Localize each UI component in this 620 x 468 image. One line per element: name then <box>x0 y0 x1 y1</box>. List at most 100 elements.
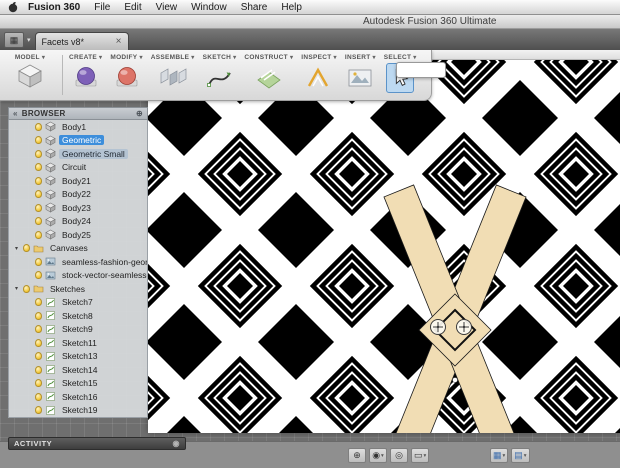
menu-item-file[interactable]: File <box>94 2 110 13</box>
visibility-bulb-icon[interactable] <box>35 176 42 185</box>
menu-item-help[interactable]: Help <box>281 2 302 13</box>
visibility-bulb-icon[interactable] <box>23 284 30 293</box>
browser-row-sketch11[interactable]: Sketch11 <box>9 336 147 350</box>
assemble-icon[interactable] <box>158 63 188 93</box>
construct-plane-icon[interactable] <box>254 63 284 93</box>
look-at-icon[interactable]: ◎ <box>390 448 408 463</box>
window-title: Autodesk Fusion 360 Ultimate <box>363 16 497 27</box>
visibility-bulb-icon[interactable] <box>35 122 42 131</box>
ribbon-group-label[interactable]: INSPECT ▾ <box>301 54 337 61</box>
sketch-spline-icon[interactable] <box>206 63 234 93</box>
chevron-down-icon: ▾ <box>502 452 506 459</box>
browser-row-circuit[interactable]: Circuit <box>9 161 147 175</box>
menu-item-view[interactable]: View <box>156 2 178 13</box>
browser-row-body22[interactable]: Body22 <box>9 188 147 202</box>
fit-icon[interactable]: ▭ ▾ <box>411 448 430 463</box>
browser-row-geometric[interactable]: Geometric <box>9 134 147 148</box>
browser-row-body23[interactable]: Body23 <box>9 201 147 215</box>
visibility-bulb-icon[interactable] <box>35 311 42 320</box>
ribbon-group-label[interactable]: ASSEMBLE ▾ <box>151 54 195 61</box>
ribbon-group-label[interactable]: INSERT ▾ <box>345 54 376 61</box>
menu-item-share[interactable]: Share <box>241 2 268 13</box>
expander-icon[interactable]: ▾ <box>13 245 20 252</box>
modify-sphere-icon[interactable] <box>114 63 140 93</box>
visibility-bulb-icon[interactable] <box>35 217 42 226</box>
visibility-bulb-icon[interactable] <box>35 379 42 388</box>
visibility-bulb-icon[interactable] <box>35 271 42 280</box>
ribbon-group-sketch[interactable]: SKETCH ▾ <box>199 54 241 100</box>
pan-icon[interactable]: ⊕ <box>348 448 366 463</box>
ribbon-group-label[interactable]: SELECT ▾ <box>384 54 417 61</box>
ribbon-group-construct[interactable]: CONSTRUCT ▾ <box>240 54 297 100</box>
ribbon-group-inspect[interactable]: INSPECT ▾ <box>297 54 341 100</box>
design-canvas[interactable] <box>148 60 620 433</box>
browser-row-canvases[interactable]: ▾ Canvases <box>9 242 147 256</box>
browser-row-sketch19[interactable]: Sketch19 <box>9 404 147 418</box>
manipulator-handle[interactable] <box>456 319 472 335</box>
visibility-bulb-icon[interactable] <box>35 230 42 239</box>
menu-item-edit[interactable]: Edit <box>124 2 141 13</box>
visibility-bulb-icon[interactable] <box>35 392 42 401</box>
browser-row-body25[interactable]: Body25 <box>9 228 147 242</box>
close-icon[interactable]: × <box>116 36 122 47</box>
visibility-bulb-icon[interactable] <box>35 163 42 172</box>
ribbon-group-label[interactable]: CREATE ▾ <box>69 54 102 61</box>
manipulator-handle[interactable] <box>430 319 446 335</box>
inspect-measure-icon[interactable] <box>306 63 332 93</box>
browser-row-sketches[interactable]: ▾ Sketches <box>9 282 147 296</box>
browser-row-sketch16[interactable]: Sketch16 <box>9 390 147 404</box>
browser-row-body21[interactable]: Body21 <box>9 174 147 188</box>
browser-row-sketch13[interactable]: Sketch13 <box>9 350 147 364</box>
visibility-bulb-icon[interactable] <box>35 352 42 361</box>
browser-row-sketch8[interactable]: Sketch8 <box>9 309 147 323</box>
browser-row-sketch15[interactable]: Sketch15 <box>9 377 147 391</box>
browser-row-sketch9[interactable]: Sketch9 <box>9 323 147 337</box>
browser-header[interactable]: « BROWSER ⊕ <box>8 107 148 120</box>
ribbon-group-modify[interactable]: MODIFY ▾ <box>106 54 146 100</box>
browser-row-body24[interactable]: Body24 <box>9 215 147 229</box>
create-sphere-icon[interactable] <box>73 63 99 93</box>
visibility-bulb-icon[interactable] <box>35 136 42 145</box>
orbit-icon[interactable]: ◉ ▾ <box>369 448 387 463</box>
collapse-icon[interactable]: « <box>13 109 18 118</box>
ribbon-group-assemble[interactable]: ASSEMBLE ▾ <box>147 54 199 100</box>
model-cube-icon[interactable] <box>16 63 44 94</box>
browser-row-body1[interactable]: Body1 <box>9 120 147 134</box>
display-toolbar: ▦ ▾ ▤ ▾ <box>490 448 530 463</box>
visibility-bulb-icon[interactable] <box>35 365 42 374</box>
visibility-bulb-icon[interactable] <box>35 338 42 347</box>
browser-options-icon[interactable]: ⊕ <box>136 109 143 118</box>
apple-icon[interactable] <box>8 1 18 13</box>
workspace-switcher[interactable]: MODEL ▾ <box>0 50 60 100</box>
browser-row-sketch7[interactable]: Sketch7 <box>9 296 147 310</box>
ribbon-group-label[interactable]: CONSTRUCT ▾ <box>244 54 293 61</box>
ribbon-group-label[interactable]: SKETCH ▾ <box>203 54 237 61</box>
browser-row-stock-vector-seamless-pri-[interactable]: stock-vector-seamless-pri... <box>9 269 147 283</box>
visibility-bulb-icon[interactable] <box>35 325 42 334</box>
visibility-bulb-icon[interactable] <box>35 298 42 307</box>
visibility-bulb-icon[interactable] <box>23 244 30 253</box>
menu-app-name[interactable]: Fusion 360 <box>28 2 80 13</box>
activity-bar[interactable]: ACTIVITY ◉ <box>8 437 186 450</box>
chevron-down-icon[interactable]: ▾ <box>27 36 31 44</box>
expander-icon[interactable]: ▾ <box>13 285 20 292</box>
visibility-bulb-icon[interactable] <box>35 406 42 415</box>
menu-item-window[interactable]: Window <box>191 2 227 13</box>
document-tab[interactable]: Facets v8* × <box>34 32 129 50</box>
visibility-bulb-icon[interactable] <box>35 257 42 266</box>
visibility-bulb-icon[interactable] <box>35 203 42 212</box>
visibility-bulb-icon[interactable] <box>35 149 42 158</box>
ribbon-group-label[interactable]: MODIFY ▾ <box>110 54 142 61</box>
display-settings-icon[interactable]: ▦ ▾ <box>490 448 509 463</box>
browser-list: Body1 Geometric Geometric Small Circuit Body… <box>8 120 148 418</box>
seamless-pattern[interactable] <box>148 60 620 433</box>
visibility-bulb-icon[interactable] <box>35 190 42 199</box>
insert-image-icon[interactable] <box>347 63 373 93</box>
ribbon-group-insert[interactable]: INSERT ▾ <box>341 54 380 100</box>
browser-row-sketch14[interactable]: Sketch14 <box>9 363 147 377</box>
browser-row-seamless-fashion-geometri-[interactable]: seamless-fashion-geometri... <box>9 255 147 269</box>
grid-layout-icon[interactable]: ▤ ▾ <box>511 448 530 463</box>
browser-row-geometric-small[interactable]: Geometric Small <box>9 147 147 161</box>
ribbon-group-create[interactable]: CREATE ▾ <box>65 54 106 100</box>
data-panel-grid-icon[interactable]: ▦ <box>4 32 24 48</box>
